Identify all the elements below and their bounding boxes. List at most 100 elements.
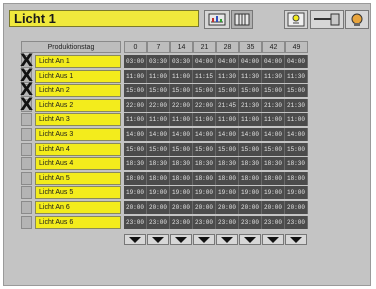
time-cell[interactable]: 14:00 <box>239 128 262 141</box>
time-cell[interactable]: 22:00 <box>147 98 170 112</box>
time-cell[interactable]: 14:00 <box>262 128 285 141</box>
time-cell[interactable]: 20:00 <box>239 201 262 214</box>
time-cell[interactable]: 11:00 <box>193 113 216 127</box>
time-cell[interactable]: 23:00 <box>262 215 285 229</box>
time-cell[interactable]: 03:30 <box>170 55 193 68</box>
time-cell[interactable]: 20:00 <box>285 201 308 214</box>
time-cell[interactable]: 11:00 <box>124 113 147 127</box>
time-cell[interactable]: 15:00 <box>193 142 216 156</box>
time-cell[interactable]: 18:00 <box>262 171 285 185</box>
time-cell[interactable]: 11:00 <box>239 113 262 127</box>
time-cell[interactable]: 11:00 <box>262 113 285 127</box>
time-cell[interactable]: 18:30 <box>239 157 262 171</box>
time-cell[interactable]: 18:30 <box>124 157 147 171</box>
row-enable-checkbox[interactable]: X <box>20 96 33 114</box>
time-cell[interactable]: 15:00 <box>147 142 170 156</box>
time-cell[interactable]: 21:45 <box>216 98 239 112</box>
time-cell[interactable]: 15:00 <box>193 84 216 98</box>
scroll-down-button[interactable] <box>170 234 192 246</box>
time-cell[interactable]: 15:00 <box>170 84 193 98</box>
time-cell[interactable]: 19:00 <box>147 186 170 200</box>
time-cell[interactable]: 18:00 <box>124 171 147 185</box>
time-cell[interactable]: 23:00 <box>124 215 147 229</box>
time-cell[interactable]: 11:00 <box>147 113 170 127</box>
time-cell[interactable]: 19:00 <box>262 186 285 200</box>
time-cell[interactable]: 15:00 <box>239 84 262 98</box>
time-cell[interactable]: 11:30 <box>262 69 285 83</box>
time-cell[interactable]: 22:00 <box>193 98 216 112</box>
time-cell[interactable]: 18:30 <box>170 157 193 171</box>
time-cell[interactable]: 14:00 <box>124 128 147 141</box>
scroll-down-button[interactable] <box>262 234 284 246</box>
time-cell[interactable]: 04:00 <box>285 55 308 68</box>
time-cell[interactable]: 15:00 <box>216 84 239 98</box>
time-cell[interactable]: 15:00 <box>239 142 262 156</box>
time-cell[interactable]: 21:30 <box>262 98 285 112</box>
scroll-down-button[interactable] <box>147 234 169 246</box>
time-cell[interactable]: 03:00 <box>124 55 147 68</box>
time-cell[interactable]: 04:00 <box>239 55 262 68</box>
time-cell[interactable]: 19:00 <box>193 186 216 200</box>
time-cell[interactable]: 23:00 <box>239 215 262 229</box>
row-enable-checkbox[interactable] <box>21 157 32 171</box>
time-cell[interactable]: 18:00 <box>147 171 170 185</box>
time-cell[interactable]: 14:00 <box>216 128 239 141</box>
time-cell[interactable]: 15:00 <box>262 142 285 156</box>
table-view-button[interactable] <box>231 10 253 29</box>
time-cell[interactable]: 11:00 <box>170 113 193 127</box>
time-cell[interactable]: 15:00 <box>170 142 193 156</box>
time-cell[interactable]: 15:00 <box>262 84 285 98</box>
time-cell[interactable]: 18:30 <box>285 157 308 171</box>
row-enable-checkbox[interactable] <box>21 201 32 214</box>
time-cell[interactable]: 14:00 <box>147 128 170 141</box>
row-enable-checkbox[interactable] <box>21 186 32 200</box>
time-cell[interactable]: 14:00 <box>193 128 216 141</box>
time-cell[interactable]: 14:00 <box>170 128 193 141</box>
time-cell[interactable]: 11:30 <box>216 69 239 83</box>
time-cell[interactable]: 21:30 <box>285 98 308 112</box>
hand-control-button[interactable] <box>310 10 344 29</box>
time-cell[interactable]: 20:00 <box>216 201 239 214</box>
time-cell[interactable]: 20:00 <box>147 201 170 214</box>
time-cell[interactable]: 19:00 <box>239 186 262 200</box>
time-cell[interactable]: 14:00 <box>285 128 308 141</box>
time-cell[interactable]: 23:00 <box>170 215 193 229</box>
time-cell[interactable]: 11:30 <box>285 69 308 83</box>
time-cell[interactable]: 18:00 <box>170 171 193 185</box>
time-cell[interactable]: 18:00 <box>216 171 239 185</box>
time-cell[interactable]: 20:00 <box>124 201 147 214</box>
time-cell[interactable]: 19:00 <box>285 186 308 200</box>
time-cell[interactable]: 18:30 <box>147 157 170 171</box>
time-cell[interactable]: 20:00 <box>262 201 285 214</box>
time-cell[interactable]: 11:00 <box>124 69 147 83</box>
time-cell[interactable]: 11:00 <box>216 113 239 127</box>
time-cell[interactable]: 18:30 <box>216 157 239 171</box>
time-cell[interactable]: 04:00 <box>193 55 216 68</box>
time-cell[interactable]: 18:00 <box>239 171 262 185</box>
row-enable-checkbox[interactable] <box>21 142 32 156</box>
time-cell[interactable]: 19:00 <box>170 186 193 200</box>
time-cell[interactable]: 18:00 <box>193 171 216 185</box>
chart-view-button[interactable] <box>204 10 230 29</box>
switch-lamp-button[interactable] <box>284 10 308 29</box>
time-cell[interactable]: 11:15 <box>193 69 216 83</box>
time-cell[interactable]: 03:30 <box>147 55 170 68</box>
scroll-down-button[interactable] <box>216 234 238 246</box>
time-cell[interactable]: 20:00 <box>170 201 193 214</box>
time-cell[interactable]: 11:00 <box>147 69 170 83</box>
time-cell[interactable]: 11:00 <box>170 69 193 83</box>
time-cell[interactable]: 23:00 <box>285 215 308 229</box>
time-cell[interactable]: 18:00 <box>285 171 308 185</box>
time-cell[interactable]: 15:00 <box>147 84 170 98</box>
row-enable-checkbox[interactable] <box>21 171 32 185</box>
time-cell[interactable]: 15:00 <box>285 142 308 156</box>
row-enable-checkbox[interactable] <box>21 215 32 229</box>
time-cell[interactable]: 22:00 <box>124 98 147 112</box>
time-cell[interactable]: 23:00 <box>193 215 216 229</box>
lamp-button[interactable] <box>345 10 369 29</box>
time-cell[interactable]: 04:00 <box>216 55 239 68</box>
time-cell[interactable]: 15:00 <box>124 84 147 98</box>
scroll-down-button[interactable] <box>285 234 307 246</box>
time-cell[interactable]: 23:00 <box>147 215 170 229</box>
scroll-down-button[interactable] <box>239 234 261 246</box>
